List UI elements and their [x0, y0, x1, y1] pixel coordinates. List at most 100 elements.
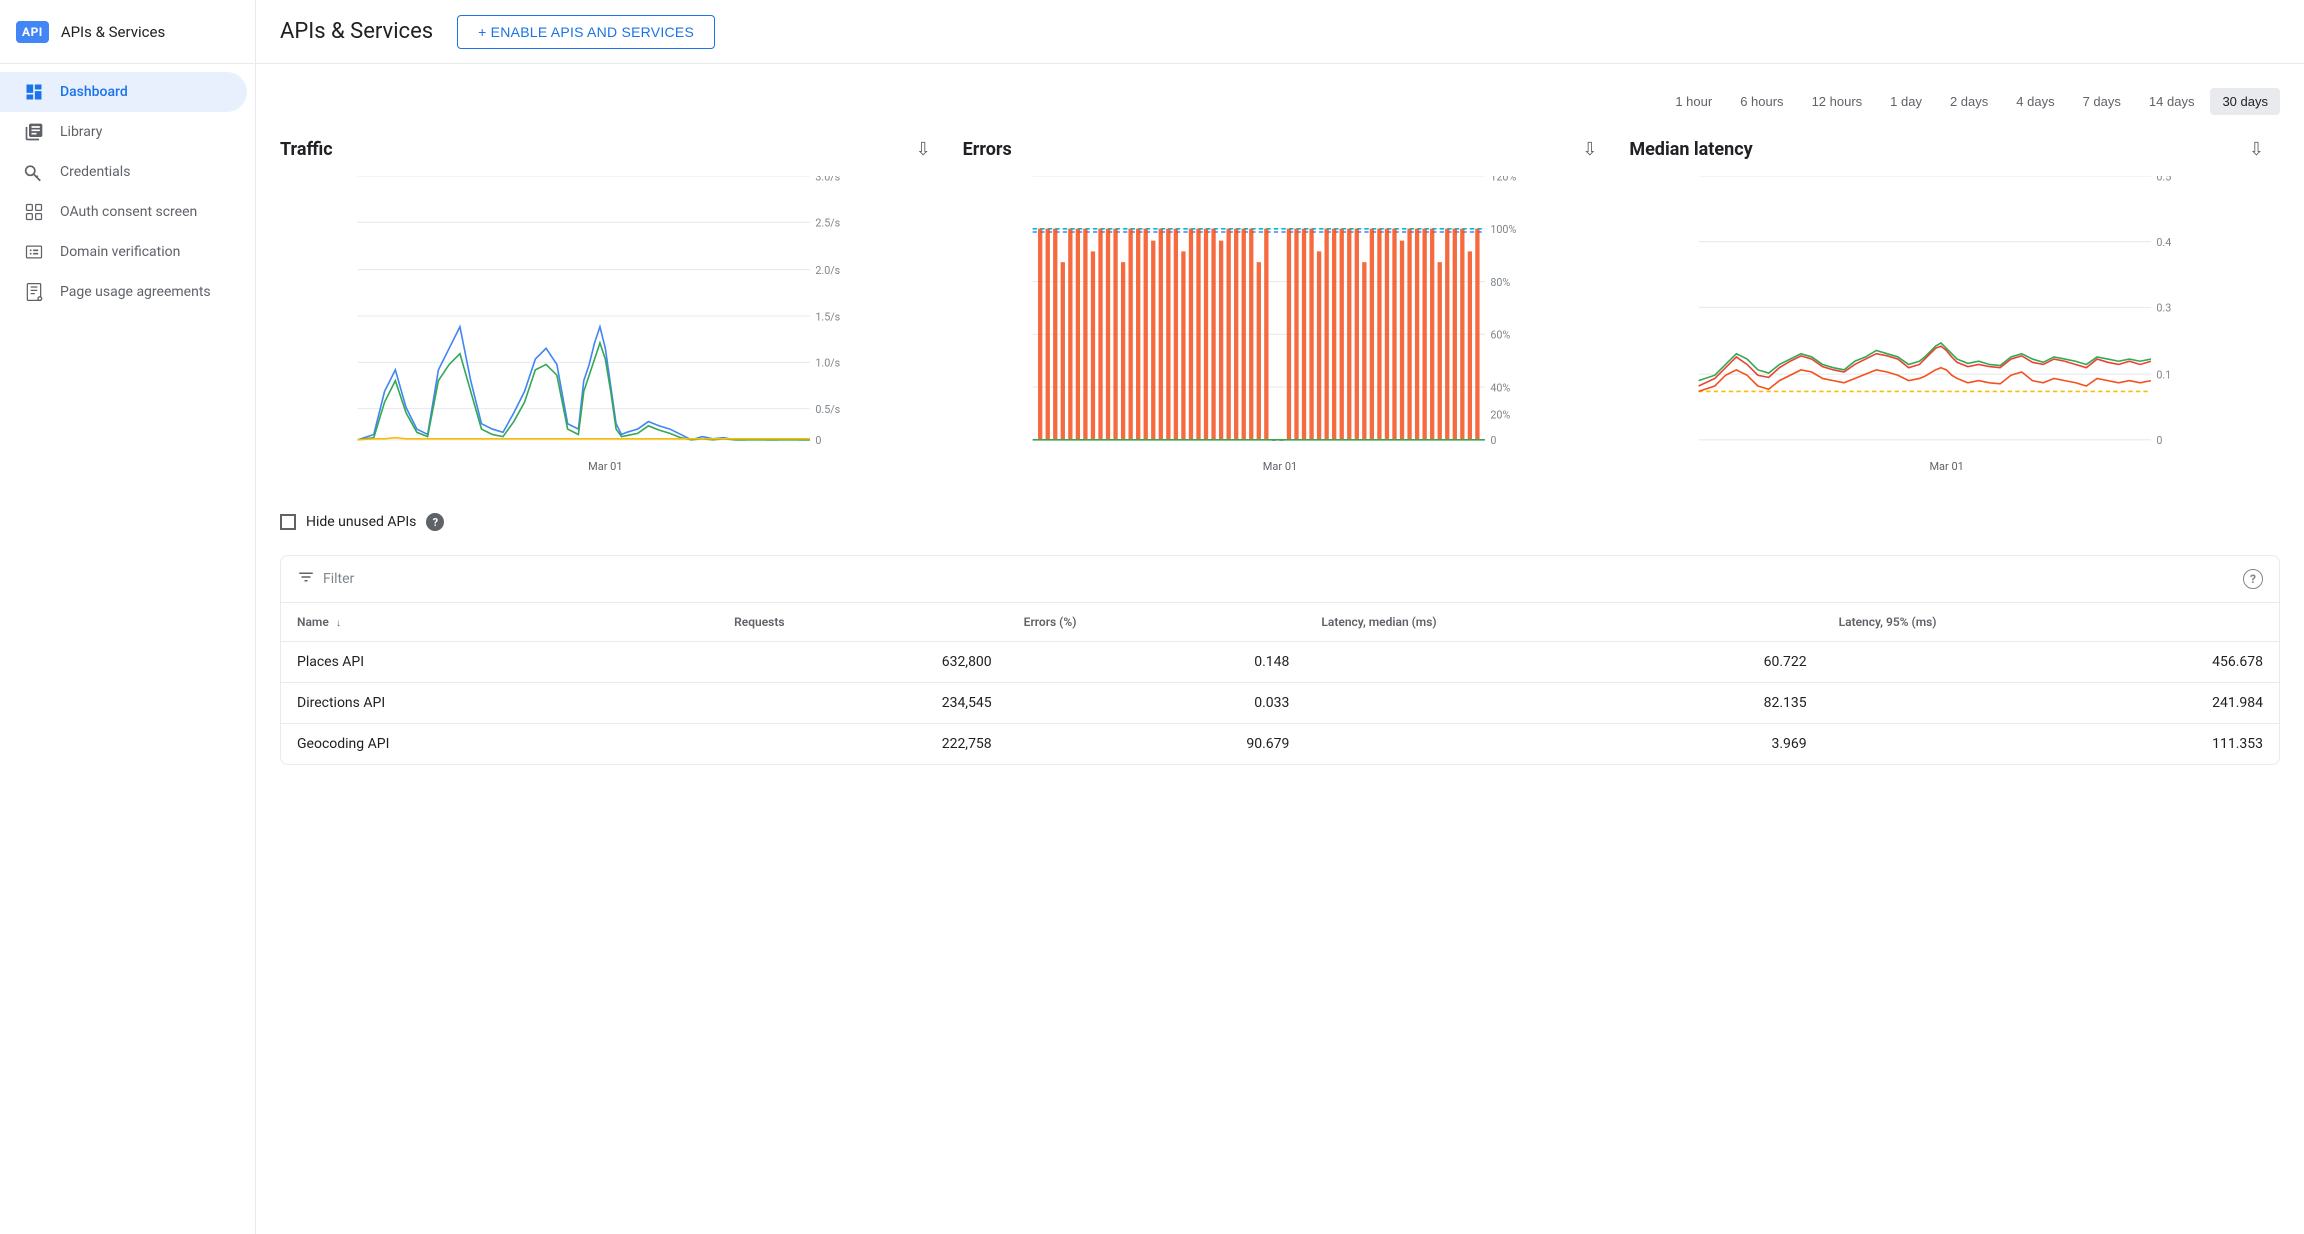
- time-btn-1hour[interactable]: 1 hour: [1663, 88, 1724, 115]
- cell-name: Places API: [281, 642, 718, 683]
- svg-text:3.0/s: 3.0/s: [815, 176, 840, 183]
- api-logo: API: [16, 21, 49, 43]
- sidebar-item-pageusage[interactable]: Page usage agreements: [0, 272, 247, 312]
- svg-text:0: 0: [2157, 434, 2163, 447]
- api-table: Name ↓ Requests Errors (%) Latency, medi…: [281, 603, 2279, 764]
- sidebar-item-library[interactable]: Library: [0, 112, 247, 152]
- pageusage-icon: [24, 282, 44, 302]
- svg-text:0: 0: [1490, 434, 1496, 447]
- col-name[interactable]: Name ↓: [281, 603, 718, 642]
- svg-text:2.5/s: 2.5/s: [815, 217, 840, 230]
- svg-text:0: 0: [815, 434, 821, 447]
- api-table-section: Filter ? Name ↓ Requests Err: [280, 555, 2280, 765]
- table-help-icon[interactable]: ?: [2243, 569, 2263, 589]
- table-row[interactable]: Directions API 234,545 0.033 82.135 241.…: [281, 683, 2279, 724]
- table-row[interactable]: Places API 632,800 0.148 60.722 456.678: [281, 642, 2279, 683]
- traffic-chart-container: Traffic ⇩ 3.0/s 2.5/: [280, 139, 947, 473]
- traffic-chart-date: Mar 01: [280, 460, 931, 473]
- filter-area[interactable]: Filter: [297, 568, 354, 590]
- table-row[interactable]: Geocoding API 222,758 90.679 3.969 111.3…: [281, 724, 2279, 765]
- hide-unused-apis-label: Hide unused APIs: [306, 514, 416, 530]
- cell-latency-95: 241.984: [1823, 683, 2279, 724]
- svg-text:60%: 60%: [1490, 329, 1510, 342]
- traffic-chart-wrapper: 3.0/s 2.5/s 2.0/s 1.5/s 1.0/s 0.5/s 0: [280, 176, 931, 456]
- main-panel: APIs & Services + ENABLE APIS AND SERVIC…: [256, 0, 2304, 1234]
- svg-text:100%: 100%: [1490, 223, 1516, 236]
- traffic-download-button[interactable]: ⇩: [916, 139, 931, 160]
- library-icon: [24, 122, 44, 142]
- main-header: APIs & Services + ENABLE APIS AND SERVIC…: [256, 0, 2304, 64]
- hide-unused-apis-checkbox[interactable]: [280, 514, 296, 530]
- table-body: Places API 632,800 0.148 60.722 456.678 …: [281, 642, 2279, 765]
- sidebar-item-credentials[interactable]: Credentials: [0, 152, 247, 192]
- time-btn-6hours[interactable]: 6 hours: [1728, 88, 1795, 115]
- traffic-chart-title: Traffic: [280, 139, 333, 160]
- cell-latency-95: 456.678: [1823, 642, 2279, 683]
- enable-apis-button[interactable]: + ENABLE APIS AND SERVICES: [457, 15, 715, 49]
- cell-requests: 234,545: [718, 683, 1008, 724]
- hide-unused-apis-help-icon[interactable]: ?: [426, 513, 444, 531]
- hide-unused-apis-checkbox-wrapper[interactable]: [280, 514, 296, 530]
- col-latency-median: Latency, median (ms): [1305, 603, 1822, 642]
- sidebar-item-pageusage-label: Page usage agreements: [60, 284, 211, 300]
- sidebar-item-credentials-label: Credentials: [60, 164, 130, 180]
- svg-text:0.4: 0.4: [2157, 236, 2172, 249]
- filter-placeholder[interactable]: Filter: [323, 571, 354, 587]
- latency-chart-svg: 0.5 0.4 0.3 0.1 0: [1629, 176, 2264, 456]
- time-btn-14days[interactable]: 14 days: [2137, 88, 2207, 115]
- sidebar-title: APIs & Services: [61, 23, 165, 41]
- errors-chart-date: Mar 01: [963, 460, 1598, 473]
- cell-latency-median: 3.969: [1305, 724, 1822, 765]
- latency-download-button[interactable]: ⇩: [2249, 139, 2264, 160]
- errors-chart-title: Errors: [963, 139, 1012, 160]
- page-title: APIs & Services: [280, 19, 433, 44]
- time-btn-4days[interactable]: 4 days: [2004, 88, 2066, 115]
- table-header-row: Name ↓ Requests Errors (%) Latency, medi…: [281, 603, 2279, 642]
- svg-text:80%: 80%: [1490, 276, 1510, 289]
- time-btn-30days[interactable]: 30 days: [2210, 88, 2280, 115]
- sort-icon-name: ↓: [336, 618, 341, 629]
- main-content: 1 hour 6 hours 12 hours 1 day 2 days 4 d…: [256, 64, 2304, 1234]
- errors-download-button[interactable]: ⇩: [1582, 139, 1597, 160]
- sidebar-item-oauth[interactable]: OAuth consent screen: [0, 192, 247, 232]
- svg-text:40%: 40%: [1490, 381, 1510, 394]
- sidebar-item-library-label: Library: [60, 124, 102, 140]
- hide-unused-apis-section: Hide unused APIs ?: [280, 513, 2280, 531]
- svg-text:120%: 120%: [1490, 176, 1516, 183]
- charts-section: Traffic ⇩ 3.0/s 2.5/: [280, 139, 2280, 473]
- time-btn-1day[interactable]: 1 day: [1878, 88, 1934, 115]
- svg-text:1.5/s: 1.5/s: [815, 310, 840, 323]
- filter-icon: [297, 568, 315, 590]
- sidebar-item-domain[interactable]: Domain verification: [0, 232, 247, 272]
- col-errors: Errors (%): [1008, 603, 1306, 642]
- svg-text:0.5/s: 0.5/s: [815, 403, 840, 416]
- sidebar-item-dashboard[interactable]: Dashboard: [0, 72, 247, 112]
- cell-errors-pct: 0.033: [1008, 683, 1306, 724]
- svg-text:0.3: 0.3: [2157, 302, 2172, 315]
- traffic-chart-header: Traffic ⇩: [280, 139, 931, 160]
- table-toolbar: Filter ?: [281, 556, 2279, 603]
- time-btn-12hours[interactable]: 12 hours: [1800, 88, 1875, 115]
- svg-text:0.1: 0.1: [2157, 368, 2172, 381]
- latency-chart-container: Median latency ⇩ 0.5 0.4 0.3: [1613, 139, 2280, 473]
- traffic-chart-svg: 3.0/s 2.5/s 2.0/s 1.5/s 1.0/s 0.5/s 0: [280, 176, 931, 456]
- errors-chart-svg: 120% 100% 80% 60% 40% 20% 0: [963, 176, 1598, 456]
- time-btn-7days[interactable]: 7 days: [2071, 88, 2133, 115]
- sidebar-item-dashboard-label: Dashboard: [60, 84, 128, 100]
- cell-errors-pct: 0.148: [1008, 642, 1306, 683]
- svg-text:0.5: 0.5: [2157, 176, 2172, 183]
- errors-chart-wrapper: 120% 100% 80% 60% 40% 20% 0: [963, 176, 1598, 456]
- sidebar-nav: Dashboard Library Credentials OAuth cons…: [0, 64, 255, 1234]
- cell-latency-95: 111.353: [1823, 724, 2279, 765]
- latency-chart-title: Median latency: [1629, 139, 1752, 160]
- cell-name: Geocoding API: [281, 724, 718, 765]
- dashboard-icon: [24, 82, 44, 102]
- errors-chart-container: Errors ⇩ 120% 100% 80: [947, 139, 1614, 473]
- cell-latency-median: 60.722: [1305, 642, 1822, 683]
- time-btn-2days[interactable]: 2 days: [1938, 88, 2000, 115]
- sidebar-header: API APIs & Services: [0, 0, 255, 64]
- domain-icon: [24, 242, 44, 262]
- col-latency-95: Latency, 95% (ms): [1823, 603, 2279, 642]
- time-range-selector: 1 hour 6 hours 12 hours 1 day 2 days 4 d…: [280, 88, 2280, 115]
- errors-chart-header: Errors ⇩: [963, 139, 1598, 160]
